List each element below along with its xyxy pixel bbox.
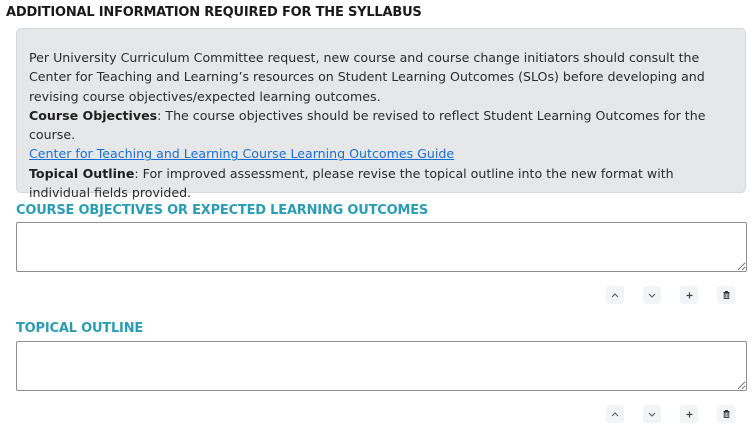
course-objectives-controls [606, 286, 735, 304]
move-up-button[interactable] [606, 286, 624, 304]
chevron-up-icon [611, 292, 619, 297]
topical-outline-input[interactable] [16, 341, 747, 391]
trash-icon [723, 291, 729, 299]
course-objectives-input[interactable] [16, 222, 747, 272]
add-button[interactable] [680, 405, 698, 423]
delete-button[interactable] [717, 286, 735, 304]
chevron-up-icon [611, 411, 619, 416]
course-objectives-label: COURSE OBJECTIVES OR EXPECTED LEARNING O… [16, 203, 429, 218]
add-button[interactable] [680, 286, 698, 304]
info-intro: Per University Curriculum Committee requ… [29, 50, 705, 104]
outline-note: Topical Outline: For improved assessment… [29, 164, 733, 203]
outline-note-label: Topical Outline [29, 165, 135, 181]
section-title: ADDITIONAL INFORMATION REQUIRED FOR THE … [6, 5, 422, 20]
plus-icon [686, 411, 692, 417]
info-notice: Per University Curriculum Committee requ… [16, 28, 746, 200]
chevron-down-icon [648, 293, 656, 298]
move-down-button[interactable] [643, 286, 661, 304]
objectives-note-label: Course Objectives [29, 107, 158, 123]
delete-button[interactable] [717, 405, 735, 423]
guide-link-row: Center for Teaching and Learning Course … [29, 144, 733, 163]
plus-icon [686, 292, 692, 298]
move-up-button[interactable] [606, 405, 624, 423]
move-down-button[interactable] [643, 405, 661, 423]
course-outcomes-guide-link[interactable]: Center for Teaching and Learning Course … [29, 146, 454, 161]
topical-outline-controls [606, 405, 735, 423]
topical-outline-label: TOPICAL OUTLINE [16, 321, 144, 336]
trash-icon [723, 410, 729, 418]
chevron-down-icon [648, 412, 656, 417]
objectives-note: Course Objectives: The course objectives… [29, 106, 733, 145]
